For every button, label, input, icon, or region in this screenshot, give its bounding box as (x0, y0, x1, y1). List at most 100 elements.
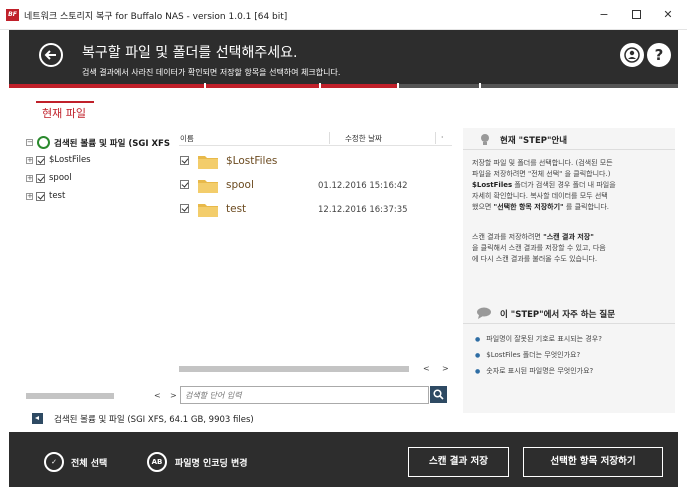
tree-item[interactable]: + spool (26, 170, 178, 188)
tree-scrollbar[interactable]: < > (26, 391, 178, 401)
account-button[interactable] (620, 43, 644, 67)
back-arrow-icon[interactable] (32, 413, 43, 424)
select-all-icon[interactable]: ✓ (44, 452, 64, 472)
faq-section-header: 이 "STEP"에서 자주 하는 질문 (463, 302, 675, 324)
tree-checkbox[interactable] (36, 192, 45, 201)
help-section-header: 현재 "STEP"안내 (463, 128, 675, 150)
column-date[interactable]: 수정한 날짜 (345, 133, 382, 144)
help-emphasis: "선택한 항목 저장하기" (493, 203, 564, 211)
tree-item-label: $LostFiles (49, 155, 91, 165)
breadcrumb: 검색된 볼륨 및 파일 (SGI XFS, 64.1 GB, 9903 file… (9, 408, 678, 430)
select-all-button[interactable]: 전체 선택 (71, 456, 107, 469)
scroll-left-arrow[interactable]: < (423, 364, 430, 373)
help-line: 스캔 결과를 저장하려면 "스캔 결과 저장" (472, 232, 670, 243)
page-title: 복구할 파일 및 폴더를 선택해주세요. (82, 45, 298, 61)
maximize-button[interactable] (626, 6, 646, 24)
list-item[interactable]: test 12.12.2016 16:37:35 (179, 198, 452, 220)
volume-info: 검색된 볼륨 및 파일 (SGI XFS, 64.1 GB, 9903 file… (54, 415, 254, 425)
tree-checkbox[interactable] (36, 174, 45, 183)
encoding-icon[interactable]: AB (147, 452, 167, 472)
help-line-text: 를 클릭합니다. (563, 203, 610, 211)
expand-icon[interactable]: + (26, 193, 33, 200)
lightbulb-icon (481, 134, 489, 145)
folder-tree: − 검색된 볼륨 및 파일 (SGI XFS + $LostFiles + sp… (26, 134, 178, 206)
row-checkbox[interactable] (180, 180, 189, 189)
list-item[interactable]: spool 01.12.2016 15:16:42 (179, 174, 452, 196)
help-line-text: 폴더가 검색된 경우 폴더 내 파일을 (512, 181, 616, 189)
list-header: 이름 수정한 날짜 · (179, 132, 452, 146)
collapse-icon[interactable]: − (26, 139, 33, 146)
scroll-right-arrow[interactable]: > (170, 391, 177, 400)
search-button[interactable] (430, 386, 447, 403)
help-line: 자세히 확인합니다. 복사할 데이터를 모두 선택 (472, 192, 608, 200)
list-item[interactable]: $LostFiles (179, 150, 452, 172)
faq-link[interactable]: 숫자로 표시된 파일명은 무엇인가요? (475, 366, 593, 376)
user-icon (624, 47, 640, 63)
column-name[interactable]: 이름 (180, 133, 194, 144)
change-encoding-button[interactable]: 파일명 인코딩 변경 (175, 456, 248, 469)
tree-item[interactable]: + test (26, 188, 178, 206)
search-field[interactable] (180, 386, 429, 404)
scroll-left-arrow[interactable]: < (154, 391, 161, 400)
expand-icon[interactable]: + (26, 157, 33, 164)
search-icon (433, 389, 444, 400)
window-title: 네트워크 스토리지 복구 for Buffalo NAS - version 1… (24, 12, 288, 22)
help-text: 스캔 결과를 저장하려면 "스캔 결과 저장" 을 클릭해서 스캔 결과를 저장… (472, 232, 670, 265)
help-line-text: 했으면 (472, 203, 494, 211)
chat-bubble-icon (477, 307, 491, 319)
faq-title: 이 "STEP"에서 자주 하는 질문 (500, 310, 616, 320)
tab-current-files[interactable]: 현재 파일 (42, 105, 86, 121)
folder-icon (39, 156, 44, 165)
help-line-text: 스캔 결과를 저장하려면 (472, 233, 544, 241)
save-scan-button[interactable]: 스캔 결과 저장 (408, 447, 509, 477)
help-line: 을 클릭해서 스캔 결과를 저장할 수 있고, 다음 (472, 244, 606, 252)
column-divider[interactable] (435, 132, 436, 144)
help-step-title: 현재 "STEP"안내 (500, 136, 568, 146)
file-name: $LostFiles (226, 155, 278, 167)
row-checkbox[interactable] (180, 156, 189, 165)
help-line: 저장할 파일 및 폴더를 선택합니다. (검색된 모든 (472, 159, 613, 167)
file-date: 12.12.2016 16:37:35 (318, 205, 408, 215)
page-header: 복구할 파일 및 폴더를 선택해주세요. 검색 결과에서 사라진 데이터가 확인… (9, 30, 678, 84)
app-logo-icon: BF (6, 9, 19, 21)
back-button[interactable] (39, 43, 63, 67)
volume-icon (37, 136, 50, 149)
tab-underline (36, 101, 94, 103)
help-line: $LostFiles 폴더가 검색된 경우 폴더 내 파일을 (472, 180, 670, 191)
faq-link[interactable]: $LostFiles 폴더는 무엇인가요? (475, 350, 580, 360)
file-name: test (226, 203, 247, 215)
tree-item[interactable]: + $LostFiles (26, 152, 178, 170)
tree-item-label: spool (49, 173, 72, 183)
close-button[interactable]: ✕ (658, 6, 678, 24)
arrow-left-icon (44, 50, 56, 60)
faq-link[interactable]: 파일명이 잘못된 기호로 표시되는 경우? (475, 334, 602, 344)
scroll-right-arrow[interactable]: > (442, 364, 449, 373)
column-divider[interactable] (329, 132, 330, 144)
minimize-button[interactable]: − (594, 6, 614, 24)
save-selected-button[interactable]: 선택한 항목 저장하기 (523, 447, 663, 477)
help-panel: 현재 "STEP"안내 저장할 파일 및 폴더를 선택합니다. (검색된 모든 … (463, 128, 675, 413)
tree-root-label: 검색된 볼륨 및 파일 (SGI XFS (54, 139, 170, 149)
help-emphasis: $LostFiles (472, 181, 513, 189)
main-panel: 현재 파일 − 검색된 볼륨 및 파일 (SGI XFS + $LostFile… (9, 88, 678, 432)
help-line: 에 다시 스캔 결과를 불러올 수도 있습니다. (472, 255, 598, 263)
maximize-icon (631, 10, 641, 19)
file-name: spool (226, 179, 254, 191)
list-scrollbar[interactable]: < > (179, 364, 452, 374)
row-checkbox[interactable] (180, 204, 189, 213)
help-line: 했으면 "선택한 항목 저장하기" 를 클릭합니다. (472, 202, 670, 213)
file-list: 이름 수정한 날짜 · $LostFiles spool 01.12.2016 … (179, 132, 452, 372)
tree-root[interactable]: − 검색된 볼륨 및 파일 (SGI XFS (26, 134, 178, 152)
expand-icon[interactable]: + (26, 175, 33, 182)
scrollbar-thumb[interactable] (179, 366, 409, 372)
search-input[interactable] (185, 388, 425, 402)
help-line: 파일을 저장하려면 "전체 선택" 을 클릭합니다.) (472, 170, 611, 178)
help-emphasis: "스캔 결과 저장" (543, 233, 594, 241)
column-more[interactable]: · (441, 133, 443, 142)
tree-item-label: test (49, 191, 66, 201)
folder-icon (198, 180, 218, 193)
scrollbar-thumb[interactable] (26, 393, 114, 399)
page-subtitle: 검색 결과에서 사라진 데이터가 확인되면 저장할 항목을 선택하여 체크합니다… (82, 68, 341, 77)
title-bar: BF 네트워크 스토리지 복구 for Buffalo NAS - versio… (0, 0, 687, 30)
help-button[interactable]: ? (647, 43, 671, 67)
